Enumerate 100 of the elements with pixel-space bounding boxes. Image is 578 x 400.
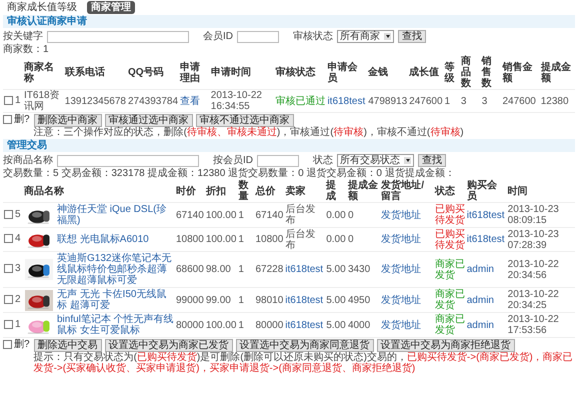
section-title: 管理交易 [7, 140, 47, 151]
table-cell: 67140 [255, 210, 284, 220]
table-cell: 2013-10-23 08:09:15 [508, 204, 559, 226]
table-cell: 247600 [409, 96, 443, 106]
search-field[interactable] [237, 30, 279, 42]
action-button[interactable]: 设置选中交易为商家拒绝退货 [376, 339, 515, 352]
column-header: 申请会员 [327, 62, 358, 84]
nav-tab[interactable]: 商家成长值等级 [3, 1, 81, 14]
status-dropdown[interactable]: 所有交易状态 [337, 154, 414, 167]
search-button[interactable]: 查找 [398, 30, 426, 43]
row-checkbox[interactable] [4, 96, 13, 104]
column-header: 提成 [326, 180, 336, 202]
product-link[interactable]: binful笔记本 个性无声有线鼠标 女生可爱鼠标 [57, 314, 174, 336]
table-cell: 2013-10-22 16:34:55 [210, 90, 262, 112]
column-header: 等级 [444, 62, 455, 84]
table-cell: 80000 [255, 320, 284, 330]
column-header: 提成金额 [540, 62, 571, 84]
column-header: 时间 [508, 186, 528, 196]
table-cell: 99000 [176, 294, 204, 306]
column-header: 总价 [255, 186, 276, 196]
column-header: 成长值 [409, 67, 440, 78]
table-cell: 100.00 [206, 210, 236, 220]
table-cell: 68600 [176, 264, 204, 275]
filter-label: 按会员ID [213, 155, 253, 166]
filter-label: 按商品名称 [3, 155, 53, 166]
filter-label: 审核状态 [293, 31, 333, 42]
column-header: 发货地址/留言 [381, 180, 424, 202]
nav-tab[interactable]: 商家管理 [87, 1, 135, 14]
table-link[interactable]: it618test [285, 294, 324, 306]
action-button[interactable]: 设置选中交易为商家同意退货 [236, 339, 374, 352]
row-checkbox[interactable] [4, 234, 13, 243]
column-header: 折扣 [206, 186, 226, 196]
table-link[interactable]: 发货地址 [381, 210, 422, 220]
table-link[interactable]: admin [466, 294, 494, 306]
search-field[interactable] [47, 30, 189, 42]
table-cell: 后台发布 [285, 228, 316, 250]
column-header: 金钱 [368, 67, 388, 78]
select-all-checkbox[interactable] [3, 340, 12, 349]
product-link[interactable]: 英迪斯G132迷你笔记本无线鼠标特价包邮秒杀超薄无限超薄鼠标可爱 [57, 253, 174, 286]
table-link[interactable]: 发货地址 [381, 320, 422, 330]
product-link[interactable]: 联想 光电鼠标A6010 [57, 234, 149, 245]
table-cell: 1 [238, 320, 244, 330]
column-header: QQ号码 [128, 67, 164, 78]
product-link[interactable]: 无声 无光 卡佐I50无线鼠标 超薄可爱 [57, 289, 174, 311]
column-header: 申请时间 [210, 67, 251, 78]
table-cell: 100.00 [206, 234, 236, 245]
action-button[interactable]: 审核不通过选中商家 [196, 114, 294, 127]
action-button[interactable]: 删除选中交易 [34, 339, 102, 352]
filter-label: 会员ID [203, 31, 233, 42]
row-checkbox[interactable] [4, 210, 13, 218]
row-checkbox[interactable] [4, 264, 13, 273]
table-link[interactable]: 查看 [180, 96, 200, 106]
column-header: 卖家 [285, 186, 306, 196]
search-button[interactable]: 查找 [418, 154, 446, 167]
checkbox-label: 删? [14, 114, 30, 125]
row-number: 1 [15, 94, 21, 106]
column-header: 商品数 [460, 56, 471, 89]
column-header: 数量 [238, 180, 248, 202]
table-cell: 2013-10-22 20:34:56 [508, 258, 559, 280]
column-header: 申请理由 [180, 62, 200, 84]
table-link[interactable]: 发货地址 [381, 234, 422, 245]
status-text: 商家已发货 [434, 314, 465, 336]
column-header: 时价 [176, 186, 196, 196]
search-field[interactable] [257, 154, 299, 166]
row-number: 2 [15, 294, 21, 304]
row-checkbox[interactable] [4, 320, 13, 328]
action-button[interactable]: 设置选中交易为商家已发货 [104, 339, 233, 352]
checkbox-label: 删? [14, 339, 30, 350]
table-cell: 1 [238, 234, 244, 245]
row-number: 3 [15, 263, 21, 274]
table-link[interactable]: 发货地址 [381, 264, 422, 275]
table-cell: 2013-10-23 07:28:39 [508, 228, 559, 250]
table-link[interactable]: it618test [466, 234, 505, 245]
table-link[interactable]: it618test [285, 264, 324, 275]
table-cell: 后台发布 [285, 204, 316, 226]
column-header: 商品名称 [24, 186, 64, 196]
status-dropdown[interactable]: 所有商家 [337, 30, 394, 43]
row-checkbox[interactable] [4, 294, 13, 304]
action-button[interactable]: 审核通过选中商家 [104, 114, 193, 127]
table-link[interactable]: 发货地址 [381, 294, 422, 306]
merchant-count: 商家数：1 [3, 44, 50, 56]
table-cell: 80000 [176, 320, 204, 330]
table-link[interactable]: it618test [327, 96, 366, 106]
table-link[interactable]: it618test [285, 320, 324, 330]
action-button[interactable]: 删除选中商家 [34, 114, 102, 127]
product-link[interactable]: 神游任天堂 iQue DSL(珍福黑) [57, 204, 174, 226]
section-title: 审核认证商家申请 [7, 16, 87, 27]
search-field[interactable] [57, 154, 199, 166]
table-cell: 10800 [176, 234, 204, 245]
select-all-checkbox[interactable] [3, 115, 12, 124]
table-cell: 67228 [255, 264, 284, 275]
column-header: 销售数 [482, 56, 492, 89]
table-cell: 0.00 [326, 210, 346, 220]
table-cell: IT618资讯网 [24, 90, 60, 112]
table-link[interactable]: it618test [466, 210, 505, 220]
table-cell: 3 [482, 96, 488, 106]
table-link[interactable]: admin [466, 320, 494, 330]
filter-label: 状态 [313, 155, 333, 166]
table-cell: 100.00 [206, 320, 236, 330]
table-link[interactable]: admin [466, 264, 494, 275]
